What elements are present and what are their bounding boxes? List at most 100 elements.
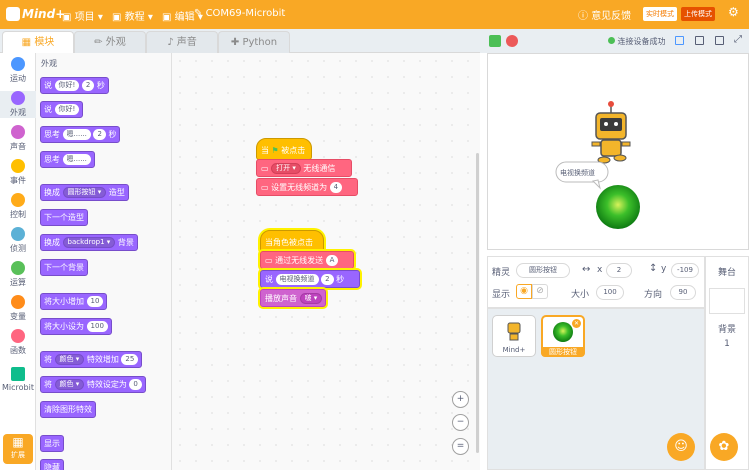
backdrop-count: 1 bbox=[724, 339, 730, 349]
hide-block[interactable]: 隐藏 bbox=[40, 459, 64, 470]
category-8[interactable]: 函数 bbox=[0, 329, 36, 356]
size-input[interactable]: 100 bbox=[596, 285, 624, 300]
y-label: y bbox=[661, 264, 667, 274]
category-2[interactable]: 声音 bbox=[0, 125, 36, 152]
show-block[interactable]: 显示 bbox=[40, 435, 64, 452]
green-button-thumbnail-icon bbox=[553, 322, 573, 342]
tab-python[interactable]: ✚ Python bbox=[218, 31, 290, 53]
workspace-scrollbar[interactable] bbox=[476, 153, 479, 453]
think-block[interactable]: 思考 嗯...... bbox=[40, 151, 95, 168]
microbit-icon: ▭ bbox=[265, 256, 273, 265]
stage-graphics bbox=[555, 101, 640, 229]
tab-blocks[interactable]: ▦ 模块 bbox=[2, 31, 74, 53]
when-sprite-clicked-block[interactable]: 当角色被点击 bbox=[260, 230, 324, 252]
extensions-button[interactable]: ▦ 扩展 bbox=[3, 434, 33, 464]
say-block[interactable]: 说 你好! bbox=[40, 101, 84, 118]
set-effect-block[interactable]: 将 颜色 ▾ 特效设定为 0 bbox=[40, 376, 146, 393]
settings-gear-icon[interactable]: ⚙ bbox=[728, 5, 739, 19]
tab-looks[interactable]: ✏ 外观 bbox=[74, 31, 146, 53]
size-label: 大小 bbox=[571, 290, 590, 300]
stage-canvas[interactable]: 电视换频道 bbox=[487, 53, 749, 250]
category-0[interactable]: 运动 bbox=[0, 57, 36, 84]
say-for-secs-block[interactable]: 说 电视换频道 2 秒 bbox=[260, 270, 360, 288]
menu-project[interactable]: ▣ 项目 ▾ bbox=[62, 8, 103, 23]
change-effect-block[interactable]: 将 颜色 ▾ 特效增加 25 bbox=[40, 351, 143, 368]
hide-eye-icon[interactable]: ⊘ bbox=[532, 284, 548, 299]
small-stage-icon[interactable] bbox=[675, 36, 684, 48]
green-flag-icon[interactable] bbox=[489, 35, 501, 47]
next-backdrop-block[interactable]: 下一个背景 bbox=[40, 259, 88, 276]
tab-sounds[interactable]: ♪ 声音 bbox=[146, 31, 218, 53]
y-arrows-icon: ↕ bbox=[649, 263, 658, 274]
editor-tabs: ▦ 模块 ✏ 外观 ♪ 声音 ✚ Python bbox=[0, 29, 480, 53]
category-3[interactable]: 事件 bbox=[0, 159, 36, 186]
open-radio-block[interactable]: ▭ 打开 ▾ 无线通信 bbox=[256, 159, 352, 177]
switch-costume-block[interactable]: 换成 圆形按钮 ▾ 造型 bbox=[40, 184, 129, 201]
palette-section-title: 外观 bbox=[41, 59, 57, 68]
round-button-sprite[interactable] bbox=[596, 185, 640, 229]
category-7[interactable]: 变量 bbox=[0, 295, 36, 322]
sprite-name-label: 精灵 bbox=[492, 268, 511, 278]
category-label: 函数 bbox=[10, 346, 26, 355]
sprite-add-icon[interactable]: ✿ bbox=[710, 433, 738, 461]
when-flag-clicked-block[interactable]: 当 ⚑ 被点击 bbox=[256, 138, 312, 160]
stop-icon[interactable] bbox=[506, 35, 518, 47]
category-dot-icon bbox=[11, 261, 25, 275]
top-bar: Mind+ ▣ 项目 ▾ ▣ 教程 ▾ ▣ 编辑 ▾ ✎ COM69-Micro… bbox=[0, 0, 749, 29]
zoom-reset-button[interactable]: = bbox=[452, 438, 469, 455]
set-radio-group-block[interactable]: ▭ 设置无线频道为 4 bbox=[256, 178, 358, 196]
category-6[interactable]: 运算 bbox=[0, 261, 36, 288]
category-dot-icon bbox=[11, 367, 25, 381]
stage-panel-title: 舞台 bbox=[717, 268, 736, 278]
menu-tutorial[interactable]: ▣ 教程 ▾ bbox=[112, 8, 153, 23]
set-size-block[interactable]: 将大小设为 100 bbox=[40, 318, 112, 335]
block-palette: 外观 说 你好! 2 秒 说 你好! 思考 嗯...... 2 秒 思考 嗯..… bbox=[36, 53, 172, 470]
connected-icon bbox=[608, 37, 615, 44]
clear-effects-block[interactable]: 清除图形特效 bbox=[40, 401, 96, 418]
x-arrows-icon: ↔ bbox=[582, 264, 591, 275]
realtime-mode-button[interactable]: 实时模式 bbox=[643, 7, 677, 21]
category-label: 运算 bbox=[10, 278, 26, 287]
stage-layout-icon[interactable] bbox=[715, 36, 724, 48]
radio-send-block[interactable]: ▭ 通过无线发送 A bbox=[260, 251, 354, 269]
community-cat-icon[interactable]: ☺ bbox=[667, 433, 695, 461]
upload-mode-button[interactable]: 上传模式 bbox=[681, 7, 715, 21]
think-for-secs-block[interactable]: 思考 嗯...... 2 秒 bbox=[40, 126, 121, 143]
feedback-button[interactable]: ⓘ 意见反馈 bbox=[578, 7, 631, 22]
say-for-secs-block[interactable]: 说 你好! 2 秒 bbox=[40, 77, 109, 94]
category-4[interactable]: 控制 bbox=[0, 193, 36, 220]
category-label: 侦测 bbox=[10, 244, 26, 253]
x-input[interactable]: 2 bbox=[606, 263, 632, 278]
sprite-name-input[interactable]: 圆形按钮 bbox=[516, 263, 570, 278]
script-workspace[interactable]: 当 ⚑ 被点击 ▭ 打开 ▾ 无线通信 ▭ 设置无线频道为 4 当角色被点击 ▭… bbox=[172, 53, 480, 470]
category-label: 外观 bbox=[10, 108, 26, 117]
sprite-thumb-round-button[interactable]: 圆形按钮 ✕ bbox=[541, 315, 585, 357]
category-label: 事件 bbox=[10, 176, 26, 185]
y-input[interactable]: -109 bbox=[671, 263, 699, 278]
help-icon: ⓘ bbox=[578, 11, 588, 22]
category-menu: 运动外观声音事件控制侦测运算变量函数 Microbit bbox=[0, 53, 36, 470]
switch-backdrop-block[interactable]: 换成 backdrop1 ▾ 背景 bbox=[40, 234, 138, 251]
backdrop-thumbnail[interactable] bbox=[709, 288, 745, 314]
large-stage-icon[interactable] bbox=[695, 36, 704, 48]
show-visible-eye-icon[interactable]: ◉ bbox=[516, 284, 532, 299]
zoom-in-button[interactable]: + bbox=[452, 391, 469, 408]
category-dot-icon bbox=[11, 329, 25, 343]
category-1[interactable]: 外观 bbox=[0, 91, 36, 118]
category-label: 变量 bbox=[10, 312, 26, 321]
microbit-icon: ▭ bbox=[261, 183, 269, 192]
next-costume-block[interactable]: 下一个造型 bbox=[40, 209, 88, 226]
zoom-out-button[interactable]: − bbox=[452, 414, 469, 431]
robot-sprite[interactable] bbox=[591, 101, 631, 164]
fullscreen-icon[interactable]: ⤢ bbox=[734, 34, 742, 45]
delete-sprite-icon[interactable]: ✕ bbox=[572, 319, 581, 328]
change-size-block[interactable]: 将大小增加 10 bbox=[40, 293, 108, 310]
backdrop-label: 背景 bbox=[717, 325, 736, 335]
play-sound-block[interactable]: 播放声音 啵 ▾ bbox=[260, 289, 326, 307]
direction-input[interactable]: 90 bbox=[670, 285, 696, 300]
category-5[interactable]: 侦测 bbox=[0, 227, 36, 254]
sprite-thumb-mind-plus[interactable]: Mind+ bbox=[492, 315, 536, 357]
category-9[interactable]: Microbit bbox=[0, 367, 36, 392]
menu-device[interactable]: ✎ COM69-Microbit bbox=[194, 8, 285, 19]
app-logo[interactable]: Mind+ bbox=[6, 7, 65, 21]
